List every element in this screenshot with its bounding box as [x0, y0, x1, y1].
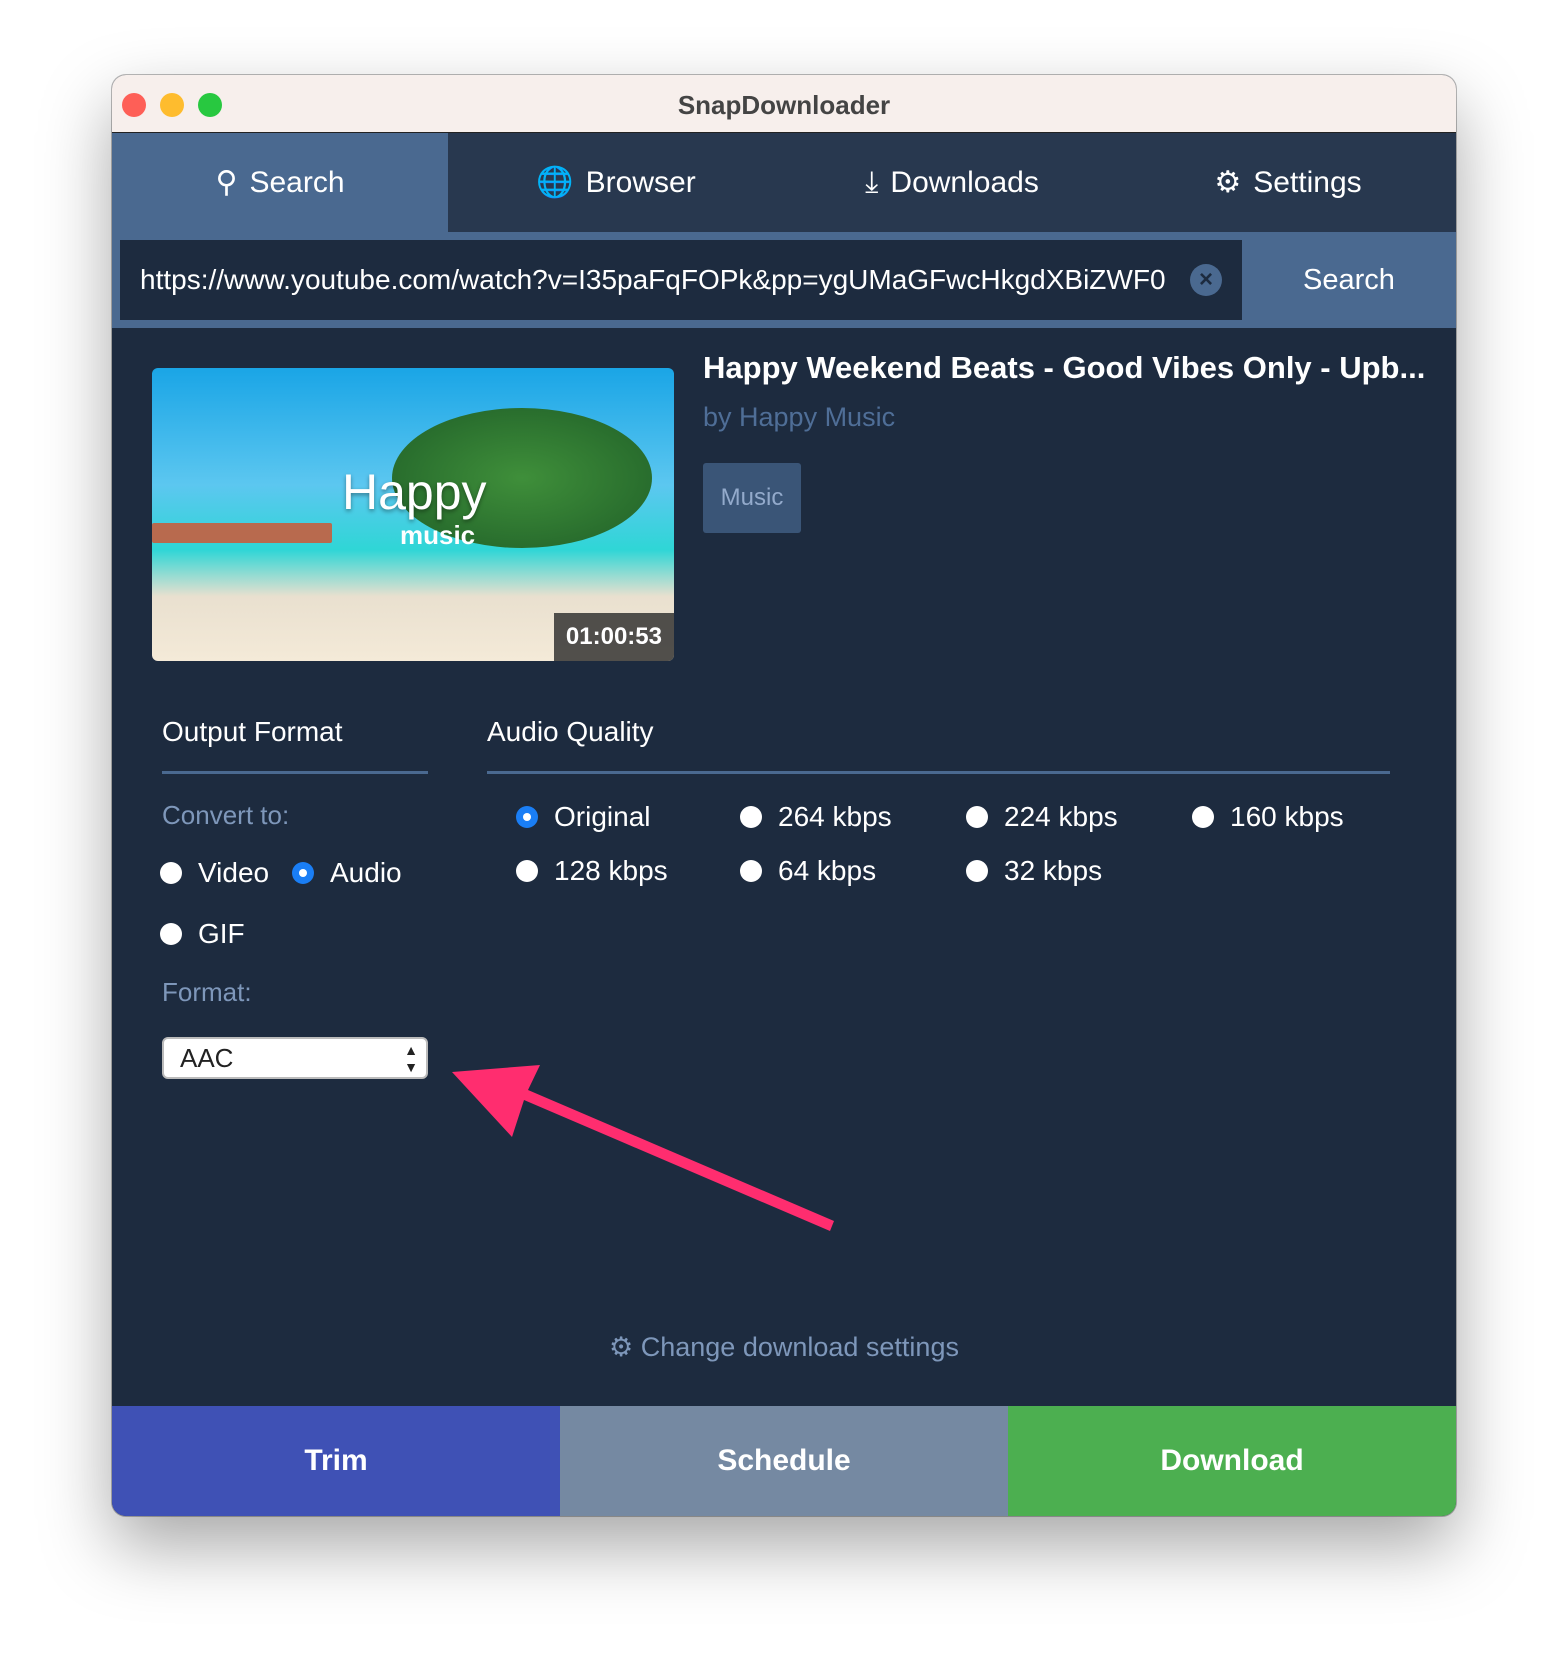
action-bar: Trim Schedule Download: [112, 1406, 1456, 1516]
trim-button[interactable]: Trim: [112, 1406, 560, 1516]
annotation-arrow: [452, 1065, 834, 1231]
gear-icon: ⚙: [609, 1332, 641, 1362]
change-download-settings-link[interactable]: ⚙ Change download settings: [112, 1332, 1456, 1363]
link-text: Change download settings: [640, 1332, 959, 1362]
app-window: SnapDownloader ⚲ Search 🌐 Browser ⤓ Downloa…: [112, 75, 1456, 1516]
schedule-button[interactable]: Schedule: [560, 1406, 1008, 1516]
download-button[interactable]: Download: [1008, 1406, 1456, 1516]
